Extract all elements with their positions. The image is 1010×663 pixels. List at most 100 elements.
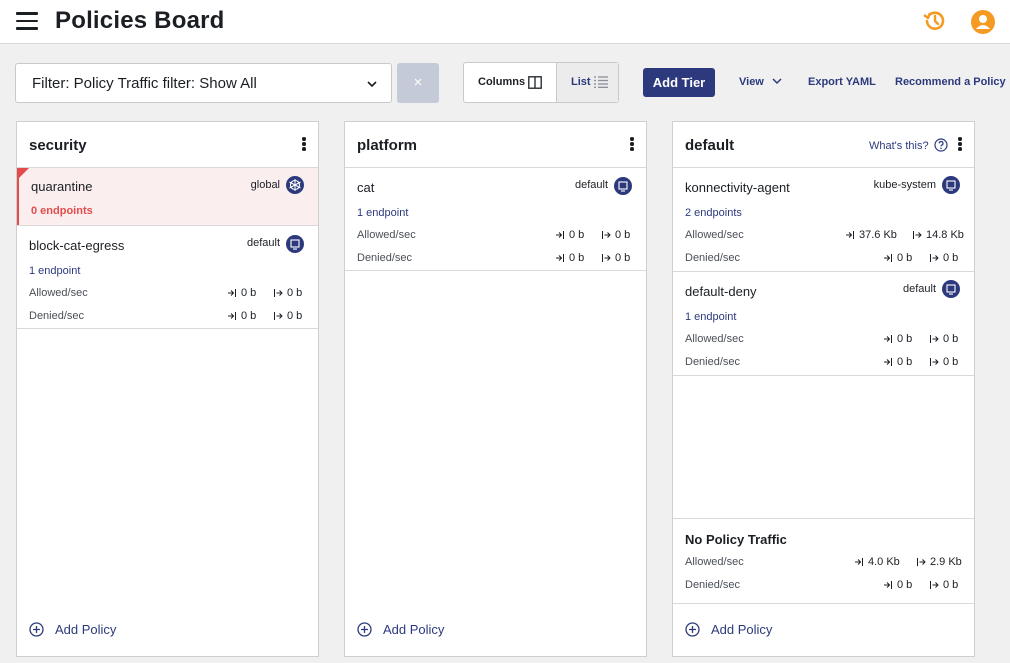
allowed-in-value: 37.6 Kb xyxy=(859,229,897,241)
policy-name: default-deny xyxy=(685,284,757,299)
tier-title: security xyxy=(29,137,87,154)
denied-out-value: 0 b xyxy=(943,252,959,264)
top-bar: Policies Board xyxy=(0,0,1010,44)
allowed-out-value: 2.9 Kb xyxy=(930,556,962,568)
tier-menu-icon[interactable] xyxy=(302,137,306,151)
recommend-policy-link[interactable]: Recommend a Policy xyxy=(895,76,1006,88)
policy-namespace: default xyxy=(246,237,280,249)
policy-card-quarantine[interactable]: quarantine global 0 endpoints xyxy=(17,168,318,226)
allowed-out: 0 b xyxy=(929,333,958,345)
tier-title: platform xyxy=(357,137,417,154)
allowed-out: 0 b xyxy=(273,287,302,299)
namespace-icon xyxy=(286,235,304,253)
allowed-label: Allowed/sec xyxy=(357,229,416,241)
denied-out-value: 0 b xyxy=(287,310,303,322)
list-view-button[interactable]: List xyxy=(556,63,618,102)
tier-header: platform xyxy=(345,122,646,168)
allowed-in-value: 0 b xyxy=(241,287,257,299)
list-icon xyxy=(594,76,608,88)
chevron-down-icon xyxy=(772,78,782,85)
hamburger-menu-icon[interactable] xyxy=(16,12,38,30)
policy-name: konnectivity-agent xyxy=(685,180,790,195)
plus-circle-icon xyxy=(685,622,700,637)
add-policy-label: Add Policy xyxy=(383,622,445,637)
denied-in: 0 b xyxy=(883,356,912,368)
tier-column-default: default What's this? konnectivity-agent … xyxy=(672,121,975,657)
page-title: Policies Board xyxy=(55,7,225,34)
add-policy-label: Add Policy xyxy=(711,622,773,637)
denied-label: Denied/sec xyxy=(29,310,85,322)
denied-in: 0 b xyxy=(883,579,912,591)
view-menu-button[interactable]: View xyxy=(739,76,782,88)
ingress-icon xyxy=(846,231,854,239)
allowed-label: Allowed/sec xyxy=(685,556,744,568)
clear-filter-button[interactable]: × xyxy=(397,63,439,103)
egress-icon xyxy=(930,335,939,343)
policy-name: cat xyxy=(357,180,375,195)
policy-namespace: kube-system xyxy=(873,179,936,191)
denied-out-value: 0 b xyxy=(943,579,959,591)
view-mode-toggle: Columns List xyxy=(463,62,619,103)
allowed-out-value: 0 b xyxy=(943,333,959,345)
policy-card-block-cat-egress[interactable]: block-cat-egress default 1 endpoint Allo… xyxy=(17,226,318,329)
ingress-icon xyxy=(884,358,892,366)
allowed-in: 37.6 Kb xyxy=(845,229,897,241)
allowed-out: 0 b xyxy=(601,229,630,241)
denied-in-value: 0 b xyxy=(897,579,913,591)
denied-in-value: 0 b xyxy=(241,310,257,322)
tier-menu-icon[interactable] xyxy=(958,137,962,151)
policy-filter-select[interactable]: Filter: Policy Traffic filter: Show All xyxy=(15,63,392,103)
denied-out-value: 0 b xyxy=(943,356,959,368)
egress-icon xyxy=(917,558,926,566)
tier-title: default xyxy=(685,137,735,154)
ingress-icon xyxy=(855,558,863,566)
allowed-in-value: 0 b xyxy=(897,333,913,345)
add-tier-button[interactable]: Add Tier xyxy=(643,68,715,97)
policy-name: quarantine xyxy=(31,179,93,194)
allowed-in: 0 b xyxy=(227,287,256,299)
denied-in: 0 b xyxy=(883,252,912,264)
whats-this-link[interactable]: What's this? xyxy=(869,138,948,152)
whats-this-label: What's this? xyxy=(869,140,929,152)
denied-out: 0 b xyxy=(929,252,958,264)
export-yaml-link[interactable]: Export YAML xyxy=(808,76,876,88)
policy-card-konnectivity-agent[interactable]: konnectivity-agent kube-system 2 endpoin… xyxy=(673,168,974,272)
allowed-out-value: 0 b xyxy=(287,287,303,299)
ingress-icon xyxy=(884,581,892,589)
allowed-in: 0 b xyxy=(883,333,912,345)
endpoints-link[interactable]: 1 endpoint xyxy=(357,207,408,219)
chevron-down-icon xyxy=(367,81,377,88)
policy-namespace: default xyxy=(574,179,608,191)
denied-out-value: 0 b xyxy=(615,252,631,264)
namespace-icon xyxy=(614,177,632,195)
columns-icon xyxy=(528,76,542,89)
denied-label: Denied/sec xyxy=(685,579,741,591)
ingress-icon xyxy=(884,335,892,343)
history-icon[interactable] xyxy=(921,8,947,34)
ingress-icon xyxy=(228,289,236,297)
allowed-out-value: 14.8 Kb xyxy=(926,229,964,241)
user-avatar-icon[interactable] xyxy=(970,9,996,35)
denied-in: 0 b xyxy=(555,252,584,264)
allowed-out: 14.8 Kb xyxy=(912,229,964,241)
endpoints-link[interactable]: 2 endpoints xyxy=(685,207,742,219)
allowed-out-value: 0 b xyxy=(615,229,631,241)
policy-name: block-cat-egress xyxy=(29,238,125,253)
denied-label: Denied/sec xyxy=(685,356,741,368)
egress-icon xyxy=(930,358,939,366)
columns-view-button[interactable]: Columns xyxy=(464,63,556,102)
plus-circle-icon xyxy=(29,622,44,637)
endpoints-link[interactable]: 1 endpoint xyxy=(29,265,80,277)
tier-menu-icon[interactable] xyxy=(630,137,634,151)
no-policy-traffic-panel: No Policy Traffic Allowed/sec 4.0 Kb 2.9… xyxy=(673,518,974,604)
endpoints-link[interactable]: 0 endpoints xyxy=(31,205,93,217)
denied-in-value: 0 b xyxy=(897,356,913,368)
endpoints-link[interactable]: 1 endpoint xyxy=(685,311,736,323)
tier-column-platform: platform cat default 1 endpoint Allowed/… xyxy=(344,121,647,657)
ingress-icon xyxy=(228,312,236,320)
policy-card-default-deny[interactable]: default-deny default 1 endpoint Allowed/… xyxy=(673,272,974,376)
policy-card-cat[interactable]: cat default 1 endpoint Allowed/sec 0 b 0… xyxy=(345,168,646,271)
namespace-icon xyxy=(942,176,960,194)
egress-icon xyxy=(274,289,283,297)
policy-namespace: global xyxy=(250,179,280,191)
